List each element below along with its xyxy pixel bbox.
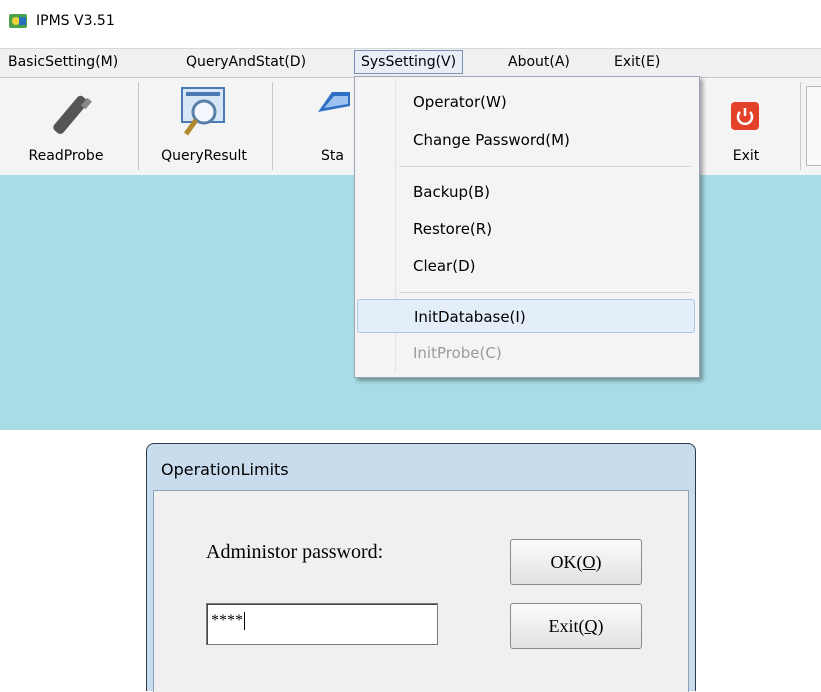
ok-hotkey: O	[582, 552, 596, 572]
stat-label: Sta	[321, 148, 344, 164]
toolbar-overflow-button[interactable]	[806, 86, 821, 166]
magnifier-icon	[181, 87, 225, 136]
password-label: Administor password:	[206, 541, 384, 563]
menu-item-change-password[interactable]: Change Password(M)	[357, 123, 695, 157]
menu-item-clear[interactable]: Clear(D)	[357, 249, 695, 283]
menu-item-operator[interactable]: Operator(W)	[357, 85, 695, 119]
menu-exit[interactable]: Exit(E)	[608, 51, 666, 73]
sys-setting-dropdown: Operator(W) Change Password(M) Backup(B)…	[354, 76, 700, 378]
exit-hotkey: Q	[584, 616, 598, 636]
query-result-label: QueryResult	[161, 148, 247, 164]
query-result-button[interactable]: QueryResult	[140, 78, 268, 175]
app-logo-icon	[9, 14, 27, 28]
text-caret	[244, 612, 245, 631]
exit-close-paren: )	[597, 616, 604, 636]
power-icon	[731, 102, 759, 130]
menu-item-backup[interactable]: Backup(B)	[357, 175, 695, 209]
probe-pen-icon	[53, 95, 92, 134]
dialog-body: Administor password: **** OK(O) Exit(Q)	[153, 490, 689, 692]
menu-sys-setting[interactable]: SysSetting(V)	[354, 50, 464, 74]
menu-item-restore[interactable]: Restore(R)	[357, 212, 695, 246]
toolbar-separator	[138, 82, 139, 170]
ok-button-label: OK(	[550, 552, 583, 572]
password-input[interactable]: ****	[206, 603, 438, 645]
exit-toolbar-button[interactable]: Exit	[704, 78, 788, 175]
stat-button[interactable]: Sta	[274, 78, 354, 175]
read-probe-label: ReadProbe	[28, 148, 104, 164]
dialog-title: OperationLimits	[161, 460, 289, 479]
title-bar: IPMS V3.51	[0, 0, 821, 40]
toolbar-separator	[272, 82, 273, 170]
exit-toolbar-label: Exit	[732, 148, 760, 164]
stat-icon	[318, 92, 350, 112]
read-probe-button[interactable]: ReadProbe	[0, 78, 132, 175]
menu-bar: BasicSetting(M) QueryAndStat(D) SysSetti…	[0, 48, 821, 77]
exit-button-label: Exit(	[548, 616, 585, 636]
operation-limits-dialog: OperationLimits Administor password: ***…	[146, 443, 696, 692]
menu-item-init-probe: InitProbe(C)	[413, 344, 502, 362]
exit-button[interactable]: Exit(Q)	[510, 603, 642, 649]
window-title: IPMS V3.51	[36, 13, 115, 29]
menu-basic-setting[interactable]: BasicSetting(M)	[2, 51, 124, 73]
menu-query-and-stat[interactable]: QueryAndStat(D)	[180, 51, 312, 73]
ok-button[interactable]: OK(O)	[510, 539, 642, 585]
menu-separator	[399, 292, 691, 293]
menu-about[interactable]: About(A)	[502, 51, 576, 73]
ok-close-paren: )	[595, 552, 602, 572]
menu-separator	[399, 166, 691, 167]
toolbar-separator	[800, 82, 801, 170]
menu-item-init-database[interactable]: InitDatabase(I)	[357, 299, 695, 333]
password-value: ****	[211, 612, 243, 629]
